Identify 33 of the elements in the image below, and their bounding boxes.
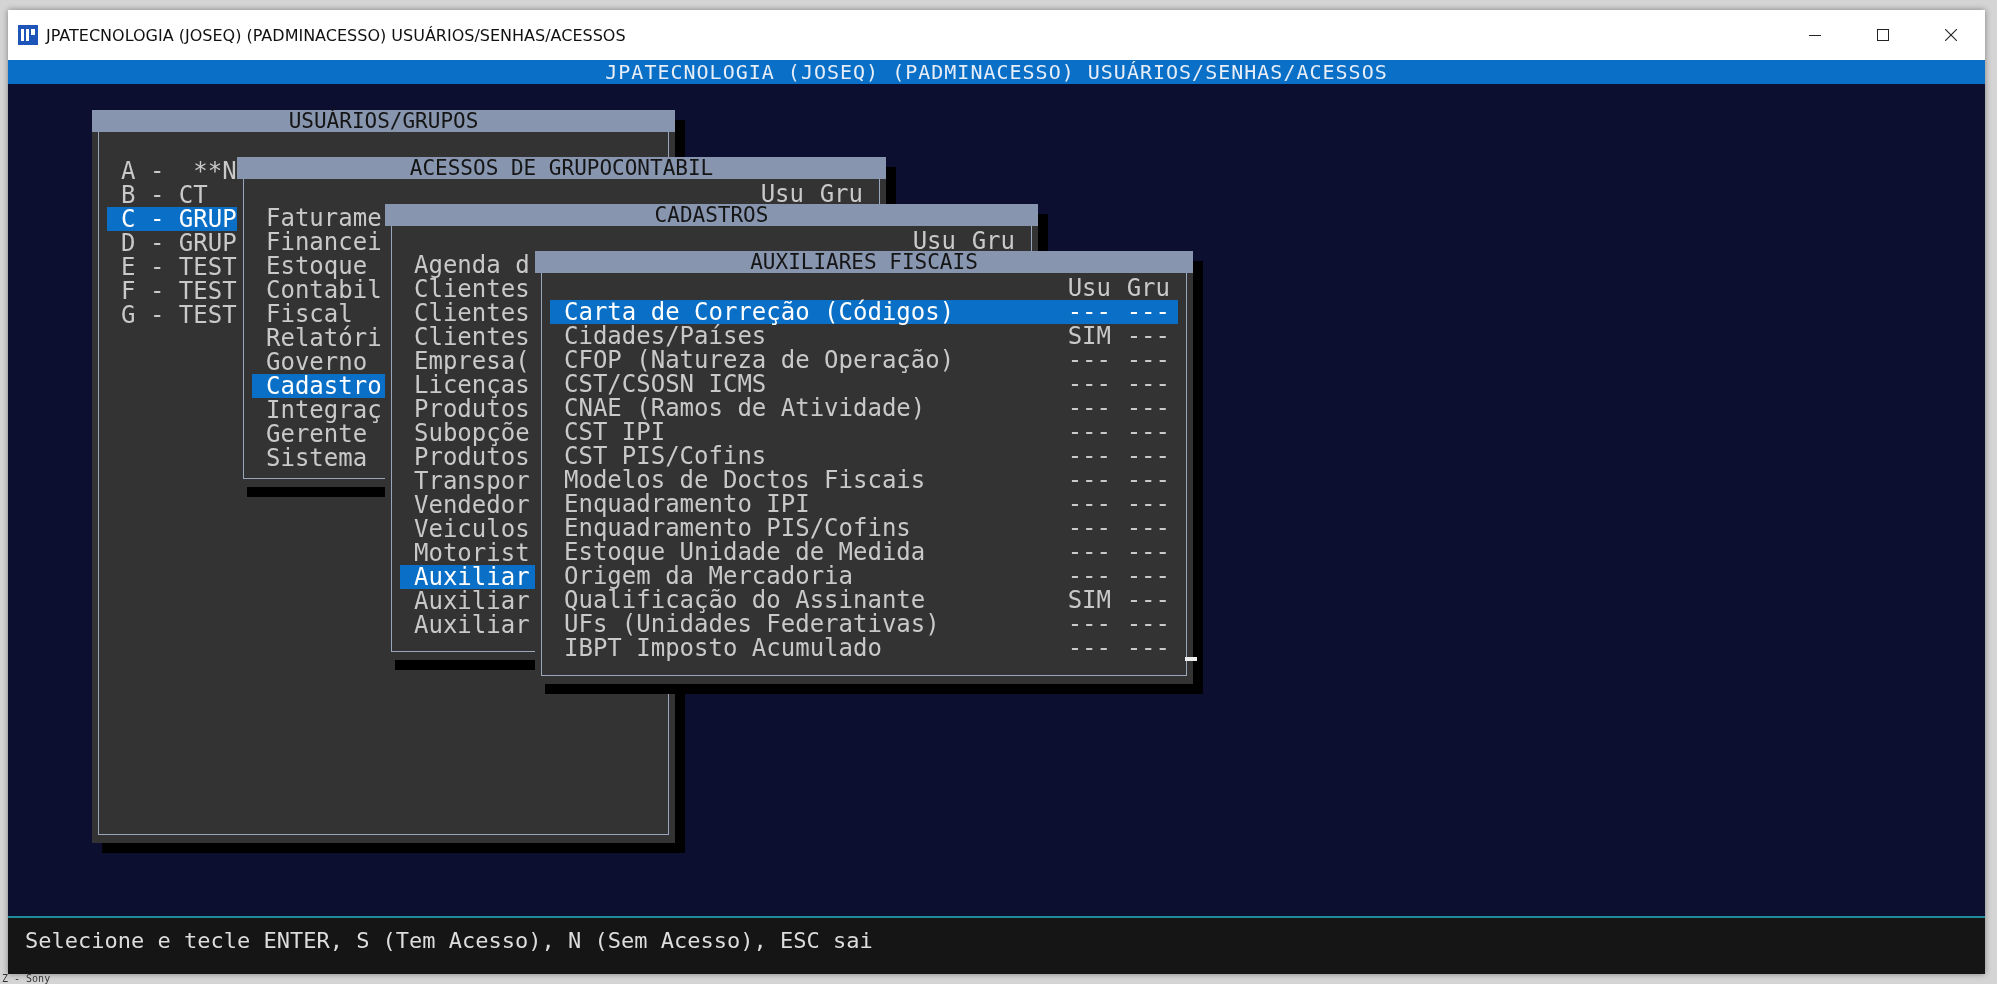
menu-item[interactable]: Enquadramento PIS/Cofins --- --- bbox=[550, 516, 1178, 540]
dialog-title: AUXILIARES FISCAIS bbox=[535, 251, 1193, 273]
dialog-title: USUÁRIOS/GRUPOS bbox=[92, 110, 675, 132]
menu-item[interactable]: Carta de Correção (Códigos) --- --- bbox=[550, 300, 1178, 324]
menu-item[interactable]: CFOP (Natureza de Operação) --- --- bbox=[550, 348, 1178, 372]
menu-item[interactable]: Origem da Mercadoria --- --- bbox=[550, 564, 1178, 588]
column-header: Gru bbox=[971, 229, 1015, 253]
window-title: JPATECNOLOGIA (JOSEQ) (PADMINACESSO) USUÁRIOS/SENHAS/ACESSOS bbox=[46, 25, 626, 45]
menu-item[interactable]: Cidades/Países SIM --- bbox=[550, 324, 1178, 348]
maximize-icon bbox=[1877, 29, 1889, 41]
column-header: Gru bbox=[1125, 276, 1170, 300]
menu-item[interactable]: IBPT Imposto Acumulado --- --- bbox=[550, 636, 1178, 660]
dialog-title: CADASTROS bbox=[385, 204, 1038, 226]
menu-item[interactable]: CST/CSOSN ICMS --- --- bbox=[550, 372, 1178, 396]
menu-item[interactable]: CST PIS/Cofins --- --- bbox=[550, 444, 1178, 468]
dialog-title: ACESSOS DE GRUPOCONTABIL bbox=[237, 157, 886, 179]
background-window-text: Z - Sony bbox=[2, 974, 51, 984]
column-header: Usu bbox=[1066, 276, 1111, 300]
menu-item[interactable]: Qualificação do Assinante SIM --- bbox=[550, 588, 1178, 612]
terminal-header: JPATECNOLOGIA (JOSEQ) (PADMINACESSO) USUÁRIOS/SENHAS/ACESSOS bbox=[8, 60, 1985, 84]
column-header: Usu bbox=[912, 229, 956, 253]
column-header: Usu bbox=[760, 182, 804, 206]
app-icon bbox=[18, 25, 38, 45]
menu-item[interactable]: CST IPI --- --- bbox=[550, 420, 1178, 444]
status-text: Selecione e tecle ENTER, S (Tem Acesso), N (Sem Acesso), ESC sai bbox=[25, 928, 873, 953]
menu-item[interactable]: Modelos de Doctos Fiscais --- --- bbox=[550, 468, 1178, 492]
menu-item[interactable]: Enquadramento IPI --- --- bbox=[550, 492, 1178, 516]
column-header: Gru bbox=[818, 182, 863, 206]
menu-item[interactable]: Estoque Unidade de Medida --- --- bbox=[550, 540, 1178, 564]
menu-item[interactable]: CNAE (Ramos de Atividade) --- --- bbox=[550, 396, 1178, 420]
text-cursor bbox=[1185, 657, 1197, 661]
close-icon bbox=[1945, 29, 1957, 41]
menu-item[interactable]: UFs (Unidades Federativas) --- --- bbox=[550, 612, 1178, 636]
